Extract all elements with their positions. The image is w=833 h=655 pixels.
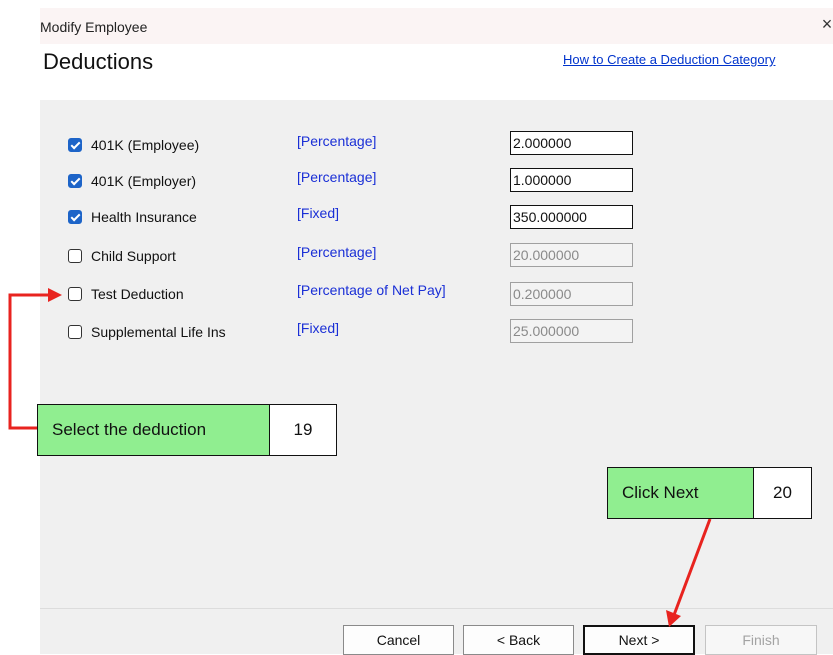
- callout-click-next: Click Next: [607, 467, 754, 519]
- annotation-arrows: [8, 288, 712, 627]
- step-number: 20: [753, 467, 812, 519]
- step-number: 19: [269, 404, 337, 456]
- arrow-icon: [666, 518, 712, 627]
- callout-select-deduction: Select the deduction: [37, 404, 270, 456]
